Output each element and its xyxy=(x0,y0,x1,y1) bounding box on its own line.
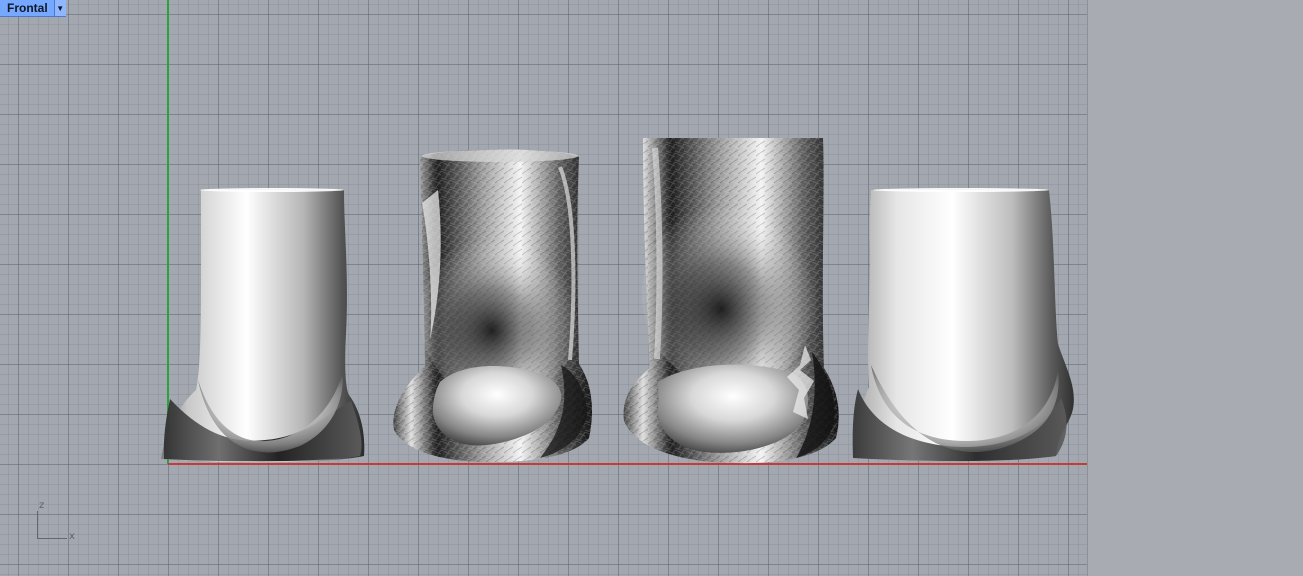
triad-x-line xyxy=(37,538,67,539)
triad-z-line xyxy=(37,511,38,539)
rhino-screen: Frontal ▼ z x xyxy=(0,0,1303,576)
triangle-down-icon[interactable]: ▼ xyxy=(54,0,66,16)
viewport-title-label[interactable]: Frontal xyxy=(0,0,55,16)
triad-z-label: z xyxy=(39,500,45,511)
empty-side-panel xyxy=(1088,0,1303,576)
shoe-last-right-smooth[interactable] xyxy=(852,188,1074,462)
viewport-title-tab[interactable]: Frontal ▼ xyxy=(0,0,66,17)
shoe-last-left-smooth[interactable] xyxy=(161,188,365,463)
viewport-objects xyxy=(161,138,1074,464)
axis-triad: z x xyxy=(30,498,80,543)
shoe-last-left-scan[interactable] xyxy=(393,149,592,463)
triad-x-label: x xyxy=(69,531,75,542)
shoe-last-right-scan[interactable] xyxy=(623,138,839,464)
frontal-viewport[interactable]: Frontal ▼ z x xyxy=(0,0,1088,576)
